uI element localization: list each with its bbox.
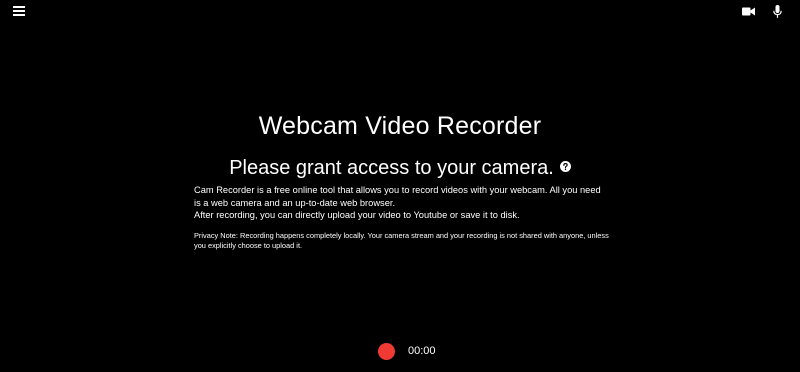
- recording-timer: 00:00: [408, 345, 436, 357]
- recording-controls: 00:00: [378, 343, 436, 360]
- hamburger-menu-icon: [13, 6, 25, 16]
- camera-access-prompt-text: Please grant access to your camera.: [229, 157, 554, 179]
- menu-button[interactable]: [8, 2, 30, 20]
- camera-access-prompt: Please grant access to your camera.: [0, 155, 800, 181]
- description: Cam Recorder is a free online tool that …: [194, 184, 606, 222]
- question-circle-icon[interactable]: [559, 161, 571, 172]
- webcam-recorder-page: Webcam Video Recorder Please grant acces…: [0, 0, 800, 372]
- camera-button[interactable]: [737, 2, 759, 20]
- video-camera-icon: [741, 7, 755, 15]
- microphone-button[interactable]: [766, 2, 788, 20]
- record-button[interactable]: [378, 343, 395, 360]
- privacy-note: Privacy Note: Recording happens complete…: [194, 231, 609, 250]
- page-title: Webcam Video Recorder: [258, 112, 542, 140]
- description-upload-text: After recording, you can directly upload…: [194, 210, 520, 220]
- microphone-icon: [772, 4, 782, 18]
- description-text: Cam Recorder is a free online tool that …: [194, 185, 601, 208]
